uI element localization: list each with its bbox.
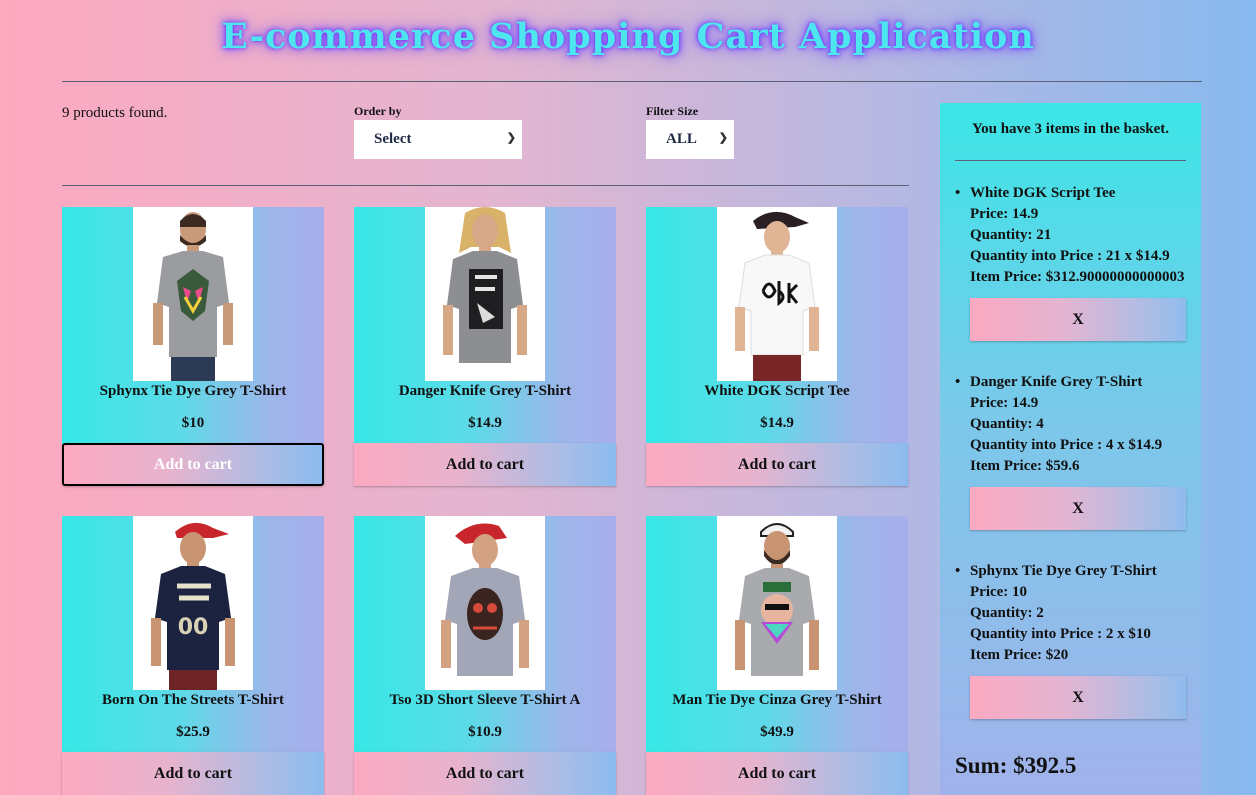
add-to-cart-button[interactable]: Add to cart: [354, 752, 616, 795]
product-name: Tso 3D Short Sleeve T-Shirt A: [389, 692, 581, 708]
filter-divider: [62, 185, 909, 186]
product-image[interactable]: [717, 516, 837, 690]
add-to-cart-button[interactable]: Add to cart: [62, 443, 324, 486]
cart-item: • Sphynx Tie Dye Grey T-Shirt Price: 10 …: [955, 561, 1190, 666]
chevron-down-icon: ❯: [718, 132, 728, 144]
product-card: 00 Born On The Streets T-Shirt $25.9: [62, 516, 324, 753]
svg-text:00: 00: [178, 615, 209, 640]
cart-item-total: Item Price: $59.6: [970, 458, 1080, 474]
cart-item-qxp: Quantity into Price : 21 x $14.9: [970, 248, 1170, 264]
product-price: $10: [181, 415, 205, 431]
cart-item-price: Price: 14.9: [970, 395, 1039, 411]
cart-item-quantity: Quantity: 2: [970, 605, 1044, 621]
product-card: Sphynx Tie Dye Grey T-Shirt $10: [62, 207, 324, 444]
cart-item-price: Price: 14.9: [970, 206, 1039, 222]
order-by-value: Select: [374, 131, 412, 147]
add-to-cart-button[interactable]: Add to cart: [62, 752, 324, 795]
product-price: $14.9: [468, 415, 502, 431]
order-by-select[interactable]: Select ❯: [354, 120, 522, 159]
product-name: Man Tie Dye Cinza Grey T-Shirt: [672, 692, 882, 708]
cart-item-quantity: Quantity: 21: [970, 227, 1052, 243]
filter-size-select[interactable]: ALL ❯: [646, 120, 734, 159]
cart-item-price: Price: 10: [970, 584, 1028, 600]
cart-item-total: Item Price: $312.90000000000003: [970, 269, 1185, 285]
order-by-label: Order by: [354, 104, 402, 118]
add-to-cart-button[interactable]: Add to cart: [354, 443, 616, 486]
cart-item-name: White DGK Script Tee: [970, 185, 1116, 201]
add-to-cart-button[interactable]: Add to cart: [646, 443, 908, 486]
chevron-down-icon: ❯: [506, 132, 516, 144]
product-image[interactable]: 00: [133, 516, 253, 690]
product-image[interactable]: [717, 207, 837, 381]
product-price: $14.9: [760, 415, 794, 431]
cart-item: • Danger Knife Grey T-Shirt Price: 14.9 …: [955, 372, 1190, 477]
cart-item-total: Item Price: $20: [970, 647, 1069, 663]
cart-summary: You have 3 items in the basket.: [971, 121, 1170, 137]
remove-item-button[interactable]: X: [970, 676, 1186, 719]
cart-item: • White DGK Script Tee Price: 14.9 Quant…: [955, 183, 1190, 288]
product-price: $25.9: [176, 724, 210, 740]
product-price: $49.9: [760, 724, 794, 740]
product-card: Danger Knife Grey T-Shirt $14.9: [354, 207, 616, 444]
product-price: $10.9: [468, 724, 502, 740]
cart-item-name: Sphynx Tie Dye Grey T-Shirt: [970, 563, 1157, 579]
cart-item-qxp: Quantity into Price : 4 x $14.9: [970, 437, 1163, 453]
filter-size-label: Filter Size: [646, 104, 699, 118]
product-name: Sphynx Tie Dye Grey T-Shirt: [99, 383, 287, 399]
product-image[interactable]: [425, 516, 545, 690]
bullet-icon: •: [955, 374, 961, 390]
cart-item-name: Danger Knife Grey T-Shirt: [970, 374, 1143, 390]
remove-item-button[interactable]: X: [970, 298, 1186, 341]
product-image[interactable]: [425, 207, 545, 381]
cart-item-quantity: Quantity: 4: [970, 416, 1044, 432]
product-name: White DGK Script Tee: [704, 383, 850, 399]
product-card: Man Tie Dye Cinza Grey T-Shirt $49.9: [646, 516, 908, 753]
product-name: Danger Knife Grey T-Shirt: [398, 383, 572, 399]
cart-divider: [955, 160, 1186, 161]
filter-size-value: ALL: [666, 131, 697, 147]
product-card: Tso 3D Short Sleeve T-Shirt A $10.9: [354, 516, 616, 753]
add-to-cart-button[interactable]: Add to cart: [646, 752, 908, 795]
products-found-count: 9 products found.: [62, 105, 168, 121]
cart-panel: You have 3 items in the basket. • White …: [940, 103, 1201, 795]
product-image[interactable]: [133, 207, 253, 381]
product-card: White DGK Script Tee $14.9: [646, 207, 908, 444]
product-name: Born On The Streets T-Shirt: [102, 692, 284, 708]
remove-item-button[interactable]: X: [970, 487, 1186, 530]
bullet-icon: •: [955, 185, 961, 201]
bullet-icon: •: [955, 563, 961, 579]
cart-item-qxp: Quantity into Price : 2 x $10: [970, 626, 1151, 642]
page-title: E-commerce Shopping Cart Application: [221, 16, 1035, 57]
cart-sum: Sum: $392.5: [955, 753, 1077, 778]
header-divider: [62, 81, 1202, 82]
